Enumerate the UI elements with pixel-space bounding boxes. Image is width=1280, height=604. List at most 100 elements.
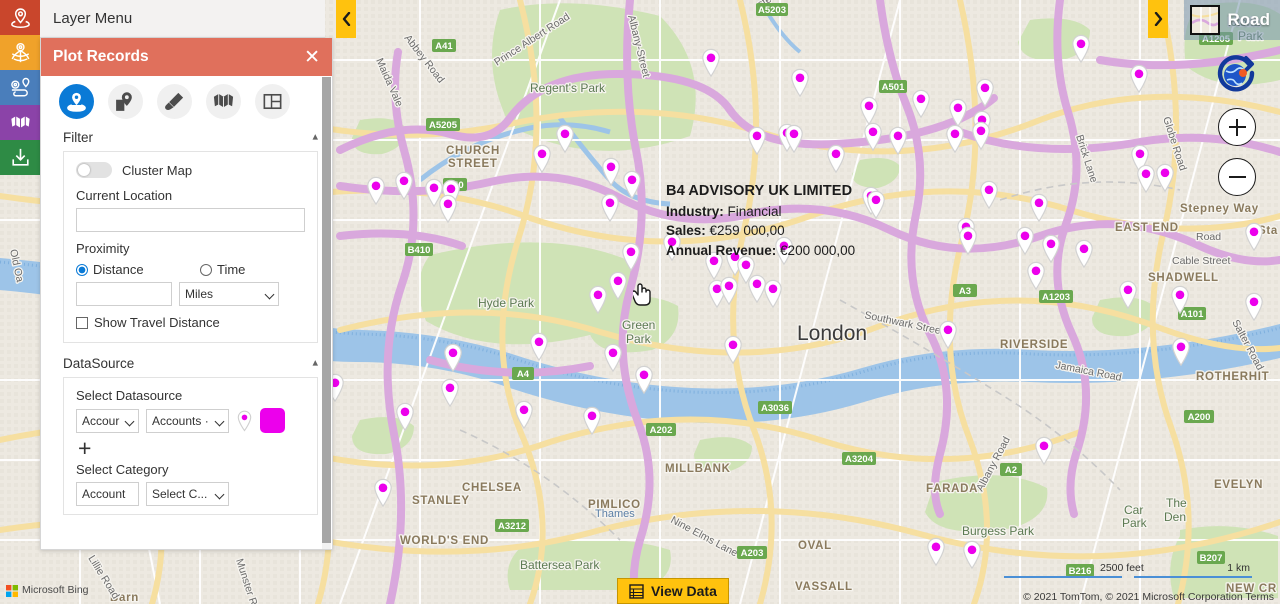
cluster-map-label: Cluster Map (122, 162, 193, 178)
map-style-selector[interactable]: Road (1183, 0, 1280, 40)
distance-row: Miles (76, 282, 305, 306)
chevron-right-icon (1154, 12, 1162, 26)
show-travel-distance-row[interactable]: Show Travel Distance (76, 315, 305, 330)
collapse-panel-button[interactable] (336, 0, 356, 38)
sidebar-item-export[interactable] (0, 140, 40, 175)
tooltip-label: Sales: (666, 223, 706, 239)
category-select-wrap: Select C... (146, 482, 229, 506)
panel-title: Plot Records (53, 48, 149, 65)
pin-color-swatch[interactable] (260, 408, 285, 433)
proximity-label: Proximity (76, 241, 130, 256)
svg-text:A3: A3 (959, 286, 971, 297)
distance-input[interactable] (76, 282, 172, 306)
plus-bar-v (1236, 118, 1238, 136)
panel-scrollbar-thumb[interactable] (322, 77, 331, 543)
sidebar-item-routes[interactable] (0, 70, 40, 105)
sidebar-item-plot-by-region[interactable] (0, 35, 40, 70)
map-pin-icon[interactable] (236, 410, 253, 432)
unit-select[interactable]: Miles (179, 282, 279, 306)
datasource-section-title: DataSource (63, 356, 135, 371)
layer-menu-bar[interactable]: Layer Menu (40, 0, 325, 38)
svg-text:OVAL: OVAL (798, 540, 832, 552)
svg-text:A5205: A5205 (429, 120, 458, 131)
datasource-row: Accour Accounts · (76, 408, 305, 433)
microsoft-logo-icon (6, 584, 18, 597)
scale-line-metric (1134, 576, 1252, 578)
chevron-left-icon (342, 12, 350, 26)
svg-text:A41: A41 (435, 41, 453, 52)
svg-text:Park: Park (1122, 516, 1148, 530)
category-select[interactable]: Select C... (146, 482, 229, 506)
radio-distance-label: Distance (93, 262, 144, 277)
view-select[interactable]: Accounts · (146, 408, 229, 433)
panel-scrollbar-track[interactable] (322, 77, 331, 549)
svg-text:Road: Road (1196, 231, 1221, 243)
map-style-label: Road (1227, 10, 1271, 29)
plot-records-panel: Plot Records ✕ Filter ▾ Cluster Map Curr… (40, 38, 333, 550)
sidebar-item-territory[interactable] (0, 105, 40, 140)
svg-text:CHURCH: CHURCH (446, 145, 500, 157)
svg-text:A200: A200 (1188, 412, 1211, 423)
datasource-section-body: Select Datasource Accour Accounts · + Se… (63, 377, 318, 515)
svg-text:B410: B410 (408, 245, 431, 256)
svg-text:A202: A202 (650, 425, 673, 436)
radio-time-dot (200, 263, 212, 276)
category-entity-input[interactable] (76, 482, 139, 506)
zoom-in-button[interactable] (1218, 108, 1256, 146)
svg-text:A1203: A1203 (1042, 292, 1070, 303)
cluster-map-toggle[interactable] (76, 162, 112, 178)
tab-plot-region[interactable] (108, 83, 143, 119)
zoom-out-button[interactable] (1218, 158, 1256, 196)
show-travel-distance-checkbox[interactable] (76, 316, 88, 329)
datasource-section-header[interactable]: DataSource ▾ (41, 352, 332, 377)
filter-section-header[interactable]: Filter ▾ (41, 126, 332, 151)
show-travel-distance-label: Show Travel Distance (94, 315, 220, 330)
scale-line-imperial (1004, 576, 1122, 578)
svg-text:Den: Den (1164, 510, 1186, 524)
tooltip-value: €259 000,00 (709, 223, 785, 239)
record-tooltip: B4 ADVISORY UK LIMITED Industry: Financi… (666, 182, 855, 260)
tooltip-title: B4 ADVISORY UK LIMITED (666, 183, 853, 199)
add-datasource-button[interactable]: + (78, 437, 305, 460)
radio-time-label: Time (217, 262, 246, 277)
panel-header: Plot Records ✕ (41, 38, 332, 76)
close-icon[interactable]: ✕ (304, 48, 320, 67)
tooltip-row: Industry: Financial (666, 202, 855, 222)
cluster-map-row: Cluster Map (76, 162, 305, 178)
map-application: London Regent's Park Hyde Park Green Par… (0, 0, 1280, 604)
pencil-icon (165, 92, 184, 110)
svg-text:A3212: A3212 (498, 521, 526, 532)
map-attribution[interactable]: © 2021 TomTom, © 2021 Microsoft Corporat… (1023, 591, 1274, 603)
svg-text:A101: A101 (1181, 309, 1204, 320)
current-location-label: Current Location (76, 188, 173, 203)
layer-menu-title: Layer Menu (53, 10, 133, 27)
tab-plot-records[interactable] (59, 83, 94, 119)
radio-distance-dot (76, 263, 88, 276)
radio-distance[interactable]: Distance (76, 262, 200, 277)
sidebar-item-plot-records[interactable] (0, 0, 40, 35)
expand-panel-button[interactable] (1148, 0, 1168, 38)
entity-select[interactable]: Accour (76, 408, 139, 433)
route-pin-icon (10, 77, 29, 97)
provider-logo: Microsoft Bing (6, 584, 89, 597)
svg-text:Hyde Park: Hyde Park (478, 296, 535, 310)
svg-text:Park: Park (626, 332, 652, 346)
globe-locate-icon[interactable] (1213, 52, 1258, 97)
svg-text:A2: A2 (1005, 465, 1017, 476)
svg-text:Battersea Park: Battersea Park (520, 558, 600, 572)
select-datasource-label: Select Datasource (76, 388, 183, 403)
svg-text:Green: Green (622, 318, 655, 332)
tab-draw[interactable] (157, 83, 192, 119)
provider-logo-label: Microsoft Bing (22, 584, 89, 596)
current-location-input[interactable] (76, 208, 305, 232)
tab-layout[interactable] (255, 83, 290, 119)
tooltip-label: Annual Revenue: (666, 242, 777, 258)
pin-drop-icon (67, 92, 86, 112)
map-scale-bar: 2500 feet 1 km (1004, 562, 1252, 586)
scale-label-imperial: 2500 feet (1100, 562, 1144, 574)
svg-text:SHADWELL: SHADWELL (1148, 272, 1219, 284)
view-data-button[interactable]: View Data (617, 578, 729, 604)
tab-territory[interactable] (206, 83, 241, 119)
radio-time[interactable]: Time (200, 262, 245, 277)
unit-select-wrap: Miles (179, 282, 279, 306)
